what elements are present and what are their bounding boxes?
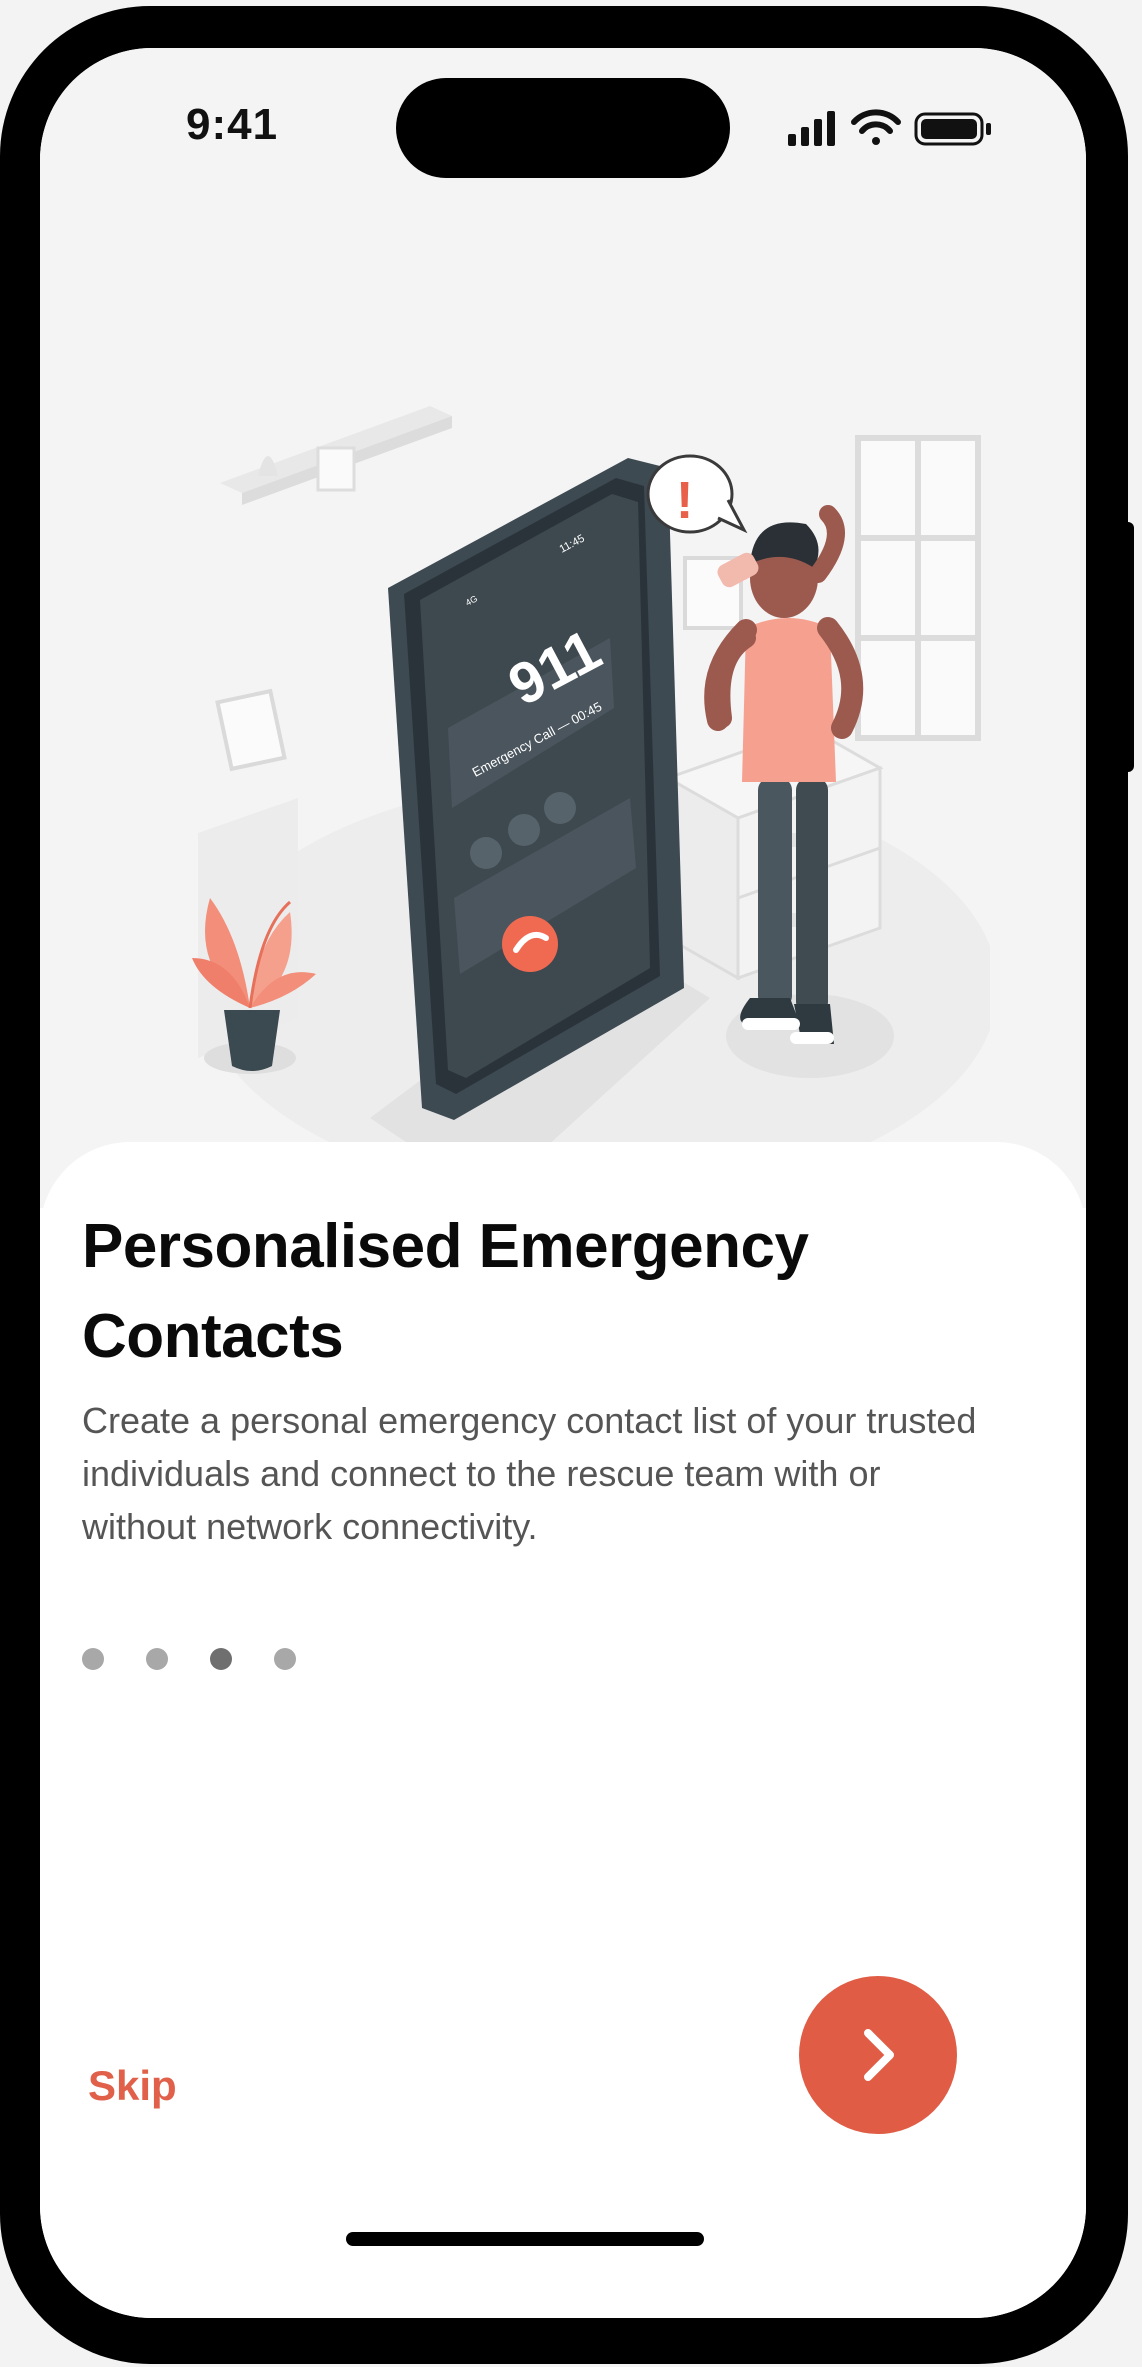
page-dot-active[interactable] (210, 1648, 232, 1670)
wall-shelf (220, 406, 452, 505)
emergency-call-illustration: 911 Emergency Call — 00:45 11:45 4G ! (192, 406, 990, 1198)
page-indicator (82, 1648, 296, 1672)
illustration-mute-icon (470, 837, 502, 869)
window (855, 435, 981, 741)
page-dot[interactable] (82, 1648, 104, 1670)
skip-button[interactable]: Skip (88, 2062, 177, 2110)
next-button[interactable] (799, 1976, 957, 2134)
status-icons (788, 109, 991, 146)
illustration-end-call-icon (502, 916, 558, 972)
status-time: 9:41 (186, 100, 279, 149)
speech-bubble: ! (646, 454, 748, 534)
device-side-button (1124, 522, 1134, 772)
illustration-speaker-icon (544, 792, 576, 824)
page-dot[interactable] (274, 1648, 296, 1670)
dynamic-island (396, 78, 730, 178)
alert-icon: ! (676, 472, 693, 530)
screen: 9:41 911 Emergency Call — 00:45 11:45 4G… (40, 48, 1086, 2318)
wifi-icon (851, 109, 901, 145)
chevron-right-icon (864, 2029, 894, 2081)
onboarding-description: Create a personal emergency contact list… (82, 1400, 977, 1547)
page-dot[interactable] (146, 1648, 168, 1670)
home-indicator[interactable] (346, 2232, 704, 2246)
illustration-keypad-icon (508, 814, 540, 846)
wall-frame (215, 688, 287, 772)
onboarding-title: Personalised Emergency Contacts (82, 1212, 809, 1371)
battery-icon (914, 112, 991, 146)
cellular-signal-icon (788, 111, 835, 146)
